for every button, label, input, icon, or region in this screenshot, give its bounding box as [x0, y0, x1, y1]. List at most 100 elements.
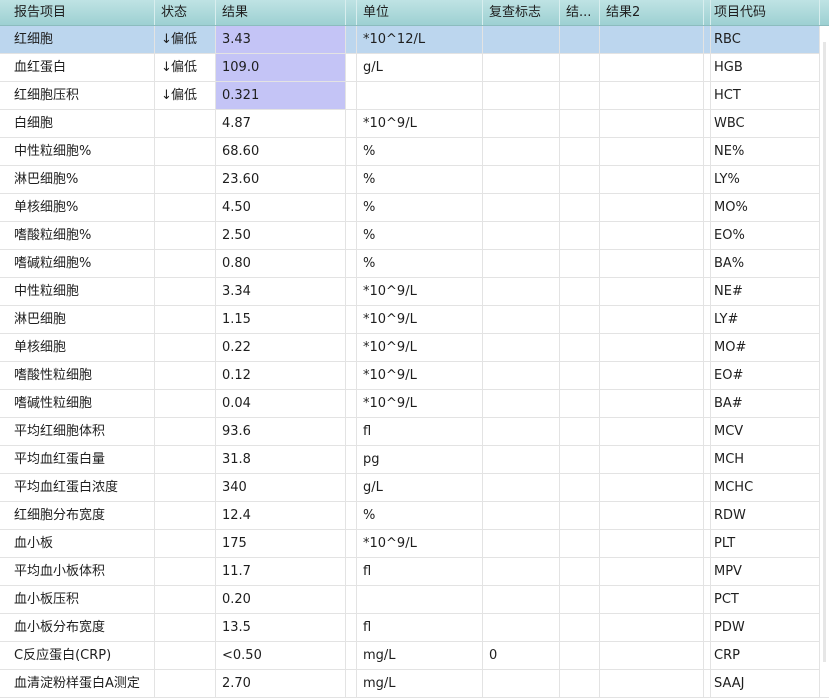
cell-col-result-abbrev[interactable] [560, 166, 600, 193]
cell-col-status[interactable] [155, 390, 216, 417]
cell-col-recheck-flag[interactable] [483, 306, 560, 333]
cell-col-result2[interactable] [600, 110, 704, 137]
cell-col-spacer[interactable] [346, 110, 357, 137]
cell-col-recheck-flag[interactable] [483, 474, 560, 501]
cell-col-result2[interactable] [600, 194, 704, 221]
cell-col-result[interactable]: 4.50 [216, 194, 346, 221]
cell-col-recheck-flag[interactable] [483, 502, 560, 529]
header-col-result2[interactable]: 结果2 [600, 0, 704, 25]
cell-col-status[interactable] [155, 558, 216, 585]
header-col-unit[interactable]: 单位 [357, 0, 483, 25]
cell-col-result-abbrev[interactable] [560, 614, 600, 641]
cell-col-result-abbrev[interactable] [560, 222, 600, 249]
table-row[interactable]: 白细胞 4.87 *10^9/L WBC [0, 110, 829, 138]
cell-col-report-item[interactable]: 白细胞 [8, 110, 155, 137]
cell-col-recheck-flag[interactable] [483, 362, 560, 389]
cell-col-spacer[interactable] [346, 418, 357, 445]
cell-col-unit[interactable]: mg/L [357, 642, 483, 669]
cell-col-report-item[interactable]: 红细胞压积 [8, 82, 155, 109]
table-row[interactable]: 血小板 175 *10^9/L PLT [0, 530, 829, 558]
cell-col-item-code[interactable]: MCHC [708, 474, 820, 501]
cell-col-recheck-flag[interactable] [483, 54, 560, 81]
cell-col-result[interactable]: 12.4 [216, 502, 346, 529]
cell-col-unit[interactable]: *10^9/L [357, 306, 483, 333]
cell-col-report-item[interactable]: 单核细胞% [8, 194, 155, 221]
cell-col-status[interactable] [155, 222, 216, 249]
cell-col-recheck-flag[interactable] [483, 26, 560, 53]
cell-col-item-code[interactable]: PDW [708, 614, 820, 641]
cell-col-unit[interactable]: *10^9/L [357, 390, 483, 417]
cell-col-result[interactable]: 0.22 [216, 334, 346, 361]
cell-col-spacer[interactable] [346, 474, 357, 501]
cell-col-result[interactable]: 11.7 [216, 558, 346, 585]
cell-col-result2[interactable] [600, 474, 704, 501]
table-row[interactable]: 血红蛋白 ↓偏低 109.0 g/L HGB [0, 54, 829, 82]
cell-col-report-item[interactable]: 中性粒细胞 [8, 278, 155, 305]
cell-col-result-abbrev[interactable] [560, 530, 600, 557]
cell-col-recheck-flag[interactable] [483, 334, 560, 361]
cell-col-result-abbrev[interactable] [560, 586, 600, 613]
vertical-scrollbar[interactable] [820, 26, 829, 697]
cell-col-item-code[interactable]: EO% [708, 222, 820, 249]
cell-col-result-abbrev[interactable] [560, 502, 600, 529]
cell-col-result-abbrev[interactable] [560, 138, 600, 165]
header-col-spacer[interactable] [346, 0, 357, 25]
cell-col-recheck-flag[interactable] [483, 166, 560, 193]
cell-col-unit[interactable]: g/L [357, 54, 483, 81]
cell-col-spacer[interactable] [346, 222, 357, 249]
cell-col-result2[interactable] [600, 670, 704, 697]
cell-col-result[interactable]: 23.60 [216, 166, 346, 193]
cell-col-result2[interactable] [600, 166, 704, 193]
cell-col-status[interactable] [155, 614, 216, 641]
table-row[interactable]: 单核细胞% 4.50% MO% [0, 194, 829, 222]
cell-col-result-abbrev[interactable] [560, 278, 600, 305]
cell-col-recheck-flag[interactable] [483, 558, 560, 585]
cell-col-report-item[interactable]: 红细胞分布宽度 [8, 502, 155, 529]
header-col-item-code[interactable]: 项目代码 [708, 0, 820, 25]
cell-col-item-code[interactable]: HGB [708, 54, 820, 81]
cell-col-item-code[interactable]: RDW [708, 502, 820, 529]
cell-col-unit[interactable]: *10^9/L [357, 362, 483, 389]
cell-col-result-abbrev[interactable] [560, 474, 600, 501]
cell-col-recheck-flag[interactable] [483, 670, 560, 697]
cell-col-result-abbrev[interactable] [560, 642, 600, 669]
table-row[interactable]: 平均血小板体积 11.7 fl MPV [0, 558, 829, 586]
cell-col-result[interactable]: 2.70 [216, 670, 346, 697]
cell-col-unit[interactable]: fl [357, 418, 483, 445]
cell-col-item-code[interactable]: PLT [708, 530, 820, 557]
cell-col-unit[interactable]: % [357, 194, 483, 221]
cell-col-unit[interactable]: fl [357, 614, 483, 641]
cell-col-recheck-flag[interactable] [483, 586, 560, 613]
header-col-report-item[interactable]: 报告项目 [8, 0, 155, 25]
table-row[interactable]: 嗜酸性粒细胞 0.12 *10^9/L EO# [0, 362, 829, 390]
cell-col-unit[interactable]: *10^9/L [357, 110, 483, 137]
cell-col-report-item[interactable]: 血清淀粉样蛋白A测定 [8, 670, 155, 697]
table-row[interactable]: 嗜碱粒细胞% 0.80% BA% [0, 250, 829, 278]
cell-col-recheck-flag[interactable] [483, 278, 560, 305]
cell-col-spacer[interactable] [346, 26, 357, 53]
cell-col-spacer[interactable] [346, 390, 357, 417]
cell-col-status[interactable] [155, 166, 216, 193]
cell-col-unit[interactable]: % [357, 502, 483, 529]
cell-col-spacer[interactable] [346, 82, 357, 109]
cell-col-spacer[interactable] [346, 502, 357, 529]
header-col-recheck-flag[interactable]: 复查标志 [483, 0, 560, 25]
cell-col-spacer[interactable] [346, 642, 357, 669]
cell-col-result[interactable]: 175 [216, 530, 346, 557]
cell-col-spacer[interactable] [346, 362, 357, 389]
cell-col-result[interactable]: 1.15 [216, 306, 346, 333]
cell-col-report-item[interactable]: 血红蛋白 [8, 54, 155, 81]
cell-col-result-abbrev[interactable] [560, 558, 600, 585]
cell-col-report-item[interactable]: 平均血红蛋白浓度 [8, 474, 155, 501]
cell-col-unit[interactable]: mg/L [357, 670, 483, 697]
cell-col-result-abbrev[interactable] [560, 110, 600, 137]
cell-col-status[interactable] [155, 306, 216, 333]
cell-col-report-item[interactable]: 嗜酸粒细胞% [8, 222, 155, 249]
cell-col-status[interactable]: ↓偏低 [155, 82, 216, 109]
cell-col-status[interactable] [155, 334, 216, 361]
cell-col-result2[interactable] [600, 642, 704, 669]
table-row[interactable]: 淋巴细胞 1.15 *10^9/L LY# [0, 306, 829, 334]
cell-col-report-item[interactable]: 血小板 [8, 530, 155, 557]
table-row[interactable]: C反应蛋白(CRP) <0.50 mg/L 0 CRP [0, 642, 829, 670]
cell-col-spacer[interactable] [346, 586, 357, 613]
